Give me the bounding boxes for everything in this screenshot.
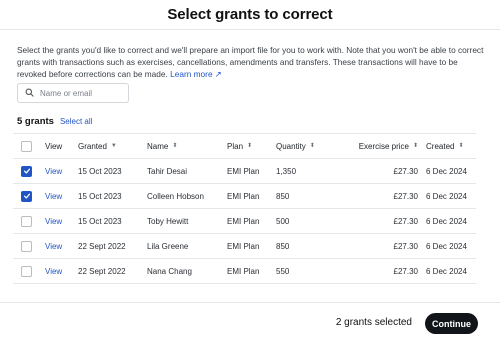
check-icon <box>23 192 31 200</box>
table-row[interactable]: View 22 Sept 2022 Nana Chang EMI Plan 550 £27… <box>13 259 476 284</box>
holder-name: Lila Greene <box>147 241 189 251</box>
holder-name: Tahir Desai <box>147 166 188 176</box>
row-checkbox[interactable] <box>21 215 32 227</box>
created-date: 6 Dec 2024 <box>426 241 467 251</box>
exercise-price: £27.30 <box>393 216 418 226</box>
row-checkbox[interactable] <box>21 265 32 277</box>
row-checkbox[interactable] <box>21 190 32 202</box>
search-field[interactable] <box>17 83 130 103</box>
row-checkbox-cell[interactable] <box>21 209 32 233</box>
view-link[interactable]: View <box>45 209 62 233</box>
created-date: 6 Dec 2024 <box>426 216 467 226</box>
exercise-price: £27.30 <box>393 191 418 201</box>
header-created-label: Created <box>426 141 455 151</box>
sort-icon[interactable]: ⬍ <box>247 143 252 149</box>
sort-desc-icon[interactable]: ▼ <box>111 143 117 149</box>
row-checkbox[interactable] <box>21 165 32 177</box>
search-icon <box>25 84 34 102</box>
select-all-checkbox[interactable] <box>21 140 32 152</box>
exercise-price: £27.30 <box>393 266 418 276</box>
modal-header: Select grants to correct <box>0 0 500 30</box>
header-name[interactable]: Name ⬍ <box>147 134 177 158</box>
plan-name: EMI Plan <box>227 241 260 251</box>
header-view: View <box>45 141 63 151</box>
grants-summary: 5 grants Select all <box>17 116 92 127</box>
view-link[interactable]: View <box>45 234 62 258</box>
granted-date: 15 Oct 2023 <box>78 166 122 176</box>
check-icon <box>23 167 31 175</box>
sort-icon[interactable]: ⬍ <box>172 143 177 149</box>
header-name-label: Name <box>147 141 169 151</box>
granted-date: 15 Oct 2023 <box>78 191 122 201</box>
header-exercise-price[interactable]: Exercise price ⬍ <box>359 134 418 158</box>
exercise-price: £27.30 <box>393 241 418 251</box>
table-row[interactable]: View 15 Oct 2023 Tahir Desai EMI Plan 1,350 £… <box>13 159 476 184</box>
grants-table: View Granted ▼ Name ⬍ Plan ⬍ Quantity ⬍ Exer… <box>13 133 476 284</box>
select-all-link[interactable]: Select all <box>60 117 92 126</box>
granted-date: 22 Sept 2022 <box>78 241 126 251</box>
grants-count: 5 grants <box>17 116 54 127</box>
table-row[interactable]: View 15 Oct 2023 Toby Hewitt EMI Plan 500 £27… <box>13 209 476 234</box>
learn-more-link[interactable]: Learn more ↗ <box>170 69 222 79</box>
sort-icon[interactable]: ⬍ <box>458 143 463 149</box>
quantity: 850 <box>276 191 290 201</box>
header-checkbox-cell[interactable] <box>21 134 32 158</box>
row-checkbox-cell[interactable] <box>21 184 32 208</box>
search-input[interactable] <box>40 88 130 98</box>
header-plan[interactable]: Plan ⬍ <box>227 134 252 158</box>
header-quantity[interactable]: Quantity ⬍ <box>276 134 315 158</box>
holder-name: Toby Hewitt <box>147 216 189 226</box>
plan-name: EMI Plan <box>227 266 260 276</box>
row-checkbox[interactable] <box>21 240 32 252</box>
granted-date: 15 Oct 2023 <box>78 216 122 226</box>
row-checkbox-cell[interactable] <box>21 234 32 258</box>
quantity: 500 <box>276 216 290 226</box>
header-granted-label: Granted <box>78 141 107 151</box>
granted-date: 22 Sept 2022 <box>78 266 126 276</box>
sort-icon[interactable]: ⬍ <box>413 143 418 149</box>
header-exercise-price-label: Exercise price <box>358 141 409 151</box>
plan-name: EMI Plan <box>227 166 260 176</box>
holder-name: Nana Chang <box>147 266 192 276</box>
quantity: 850 <box>276 241 290 251</box>
created-date: 6 Dec 2024 <box>426 266 467 276</box>
header-plan-label: Plan <box>227 141 244 151</box>
table-row[interactable]: View 22 Sept 2022 Lila Greene EMI Plan 850 £2… <box>13 234 476 259</box>
header-granted[interactable]: Granted ▼ <box>78 134 117 158</box>
row-checkbox-cell[interactable] <box>21 259 32 283</box>
view-link[interactable]: View <box>45 159 62 183</box>
created-date: 6 Dec 2024 <box>426 166 467 176</box>
modal-footer: 2 grants selected Continue <box>0 302 500 352</box>
modal-title: Select grants to correct <box>167 6 333 23</box>
selected-count: 2 grants selected <box>335 317 412 328</box>
sort-icon[interactable]: ⬍ <box>310 143 315 149</box>
view-link[interactable]: View <box>45 259 62 283</box>
exercise-price: £27.30 <box>393 166 418 176</box>
quantity: 1,350 <box>276 166 297 176</box>
view-link[interactable]: View <box>45 184 62 208</box>
description: Select the grants you'd like to correct … <box>17 44 487 80</box>
description-text: Select the grants you'd like to correct … <box>17 45 484 79</box>
table-header-row: View Granted ▼ Name ⬍ Plan ⬍ Quantity ⬍ Exer… <box>13 133 476 159</box>
quantity: 550 <box>276 266 290 276</box>
table-row[interactable]: View 15 Oct 2023 Colleen Hobson EMI Plan 850… <box>13 184 476 209</box>
row-checkbox-cell[interactable] <box>21 159 32 183</box>
header-quantity-label: Quantity <box>276 141 306 151</box>
plan-name: EMI Plan <box>227 216 260 226</box>
header-created[interactable]: Created ⬍ <box>426 134 464 158</box>
plan-name: EMI Plan <box>227 191 260 201</box>
continue-button[interactable]: Continue <box>425 313 478 334</box>
created-date: 6 Dec 2024 <box>426 191 467 201</box>
holder-name: Colleen Hobson <box>147 191 204 201</box>
